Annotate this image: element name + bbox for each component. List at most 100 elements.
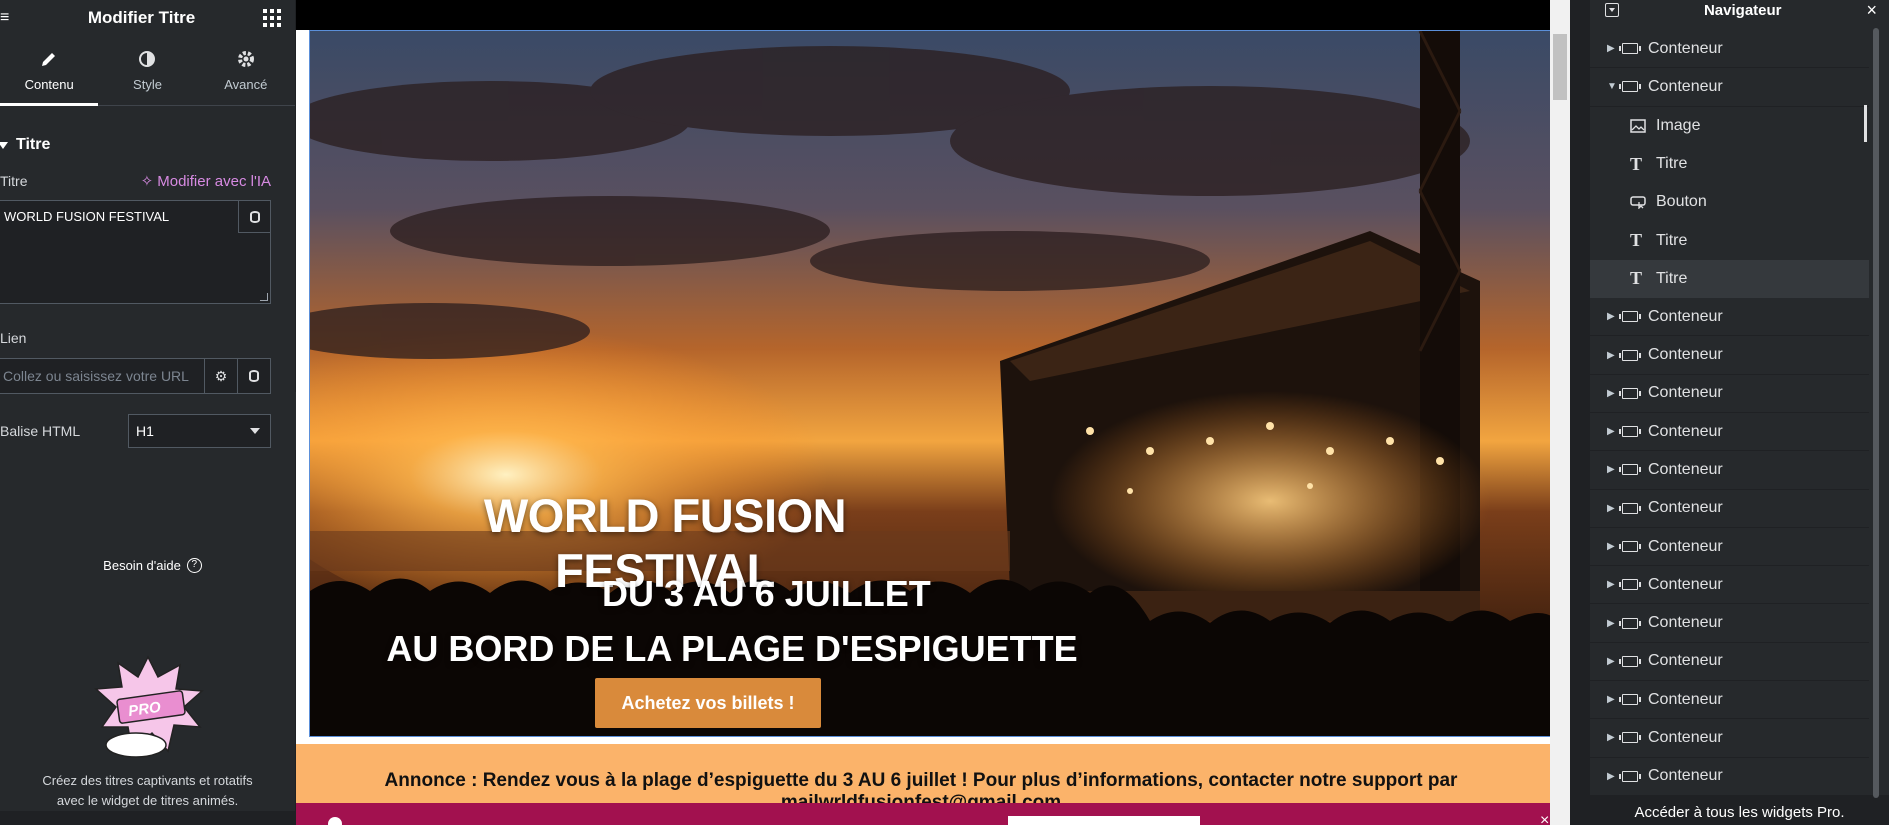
caret-down-icon[interactable]: ▼ <box>1590 81 1617 92</box>
help-link[interactable]: Besoin d'aide ? <box>0 558 295 573</box>
resize-handle[interactable] <box>260 293 268 301</box>
navigator-item-container[interactable]: ▶ Conteneur <box>1590 30 1869 69</box>
caret-right-icon[interactable]: ▶ <box>1590 311 1616 322</box>
container-icon <box>1616 732 1648 744</box>
navigator-item-container[interactable]: ▶ Conteneur <box>1590 566 1869 605</box>
promo-text: Créez des titres captivants et rotatifs … <box>0 771 295 811</box>
navigator-item-container[interactable]: ▶ Conteneur <box>1590 681 1869 720</box>
navigator-item-container[interactable]: ▶ Conteneur <box>1590 528 1869 567</box>
hero-section[interactable]: WORLD FUSION FESTIVAL DU 3 AU 6 JUILLET … <box>309 30 1555 737</box>
navigator-item-label: Conteneur <box>1648 614 1723 632</box>
settings-tabs: Contenu Style Avancé <box>0 35 295 106</box>
caret-right-icon[interactable]: ▶ <box>1590 694 1616 705</box>
notice-button[interactable] <box>1008 816 1200 825</box>
notice-icon <box>328 817 342 825</box>
navigator-item-container[interactable]: ▼ Conteneur <box>1590 68 1869 107</box>
section-title: Titre <box>16 136 51 153</box>
announcement-line: Annonce : Rendez vous à la plage d’espig… <box>384 770 1458 791</box>
canvas-scrollbar[interactable] <box>1550 0 1570 825</box>
ai-edit-link[interactable]: ✧ Modifier avec l'IA <box>141 172 271 191</box>
promo-line: avec le widget de titres animés. <box>56 793 239 808</box>
navigator-panel: Navigateur × ▶ Conteneur ▼ Conteneur Image T T… <box>1590 0 1889 825</box>
hero-dates[interactable]: DU 3 AU 6 JUILLET <box>437 573 1037 615</box>
pro-promo: PRO Créez des titres captivants et rotat… <box>0 655 295 811</box>
navigator-item-container[interactable]: ▶ Conteneur <box>1590 719 1869 758</box>
navigator-item-heading[interactable]: T Titre <box>1590 221 1869 259</box>
chevron-down-icon <box>250 428 260 434</box>
tab-label: Contenu <box>24 76 74 92</box>
navigator-item-label: Conteneur <box>1648 39 1723 57</box>
pencil-icon <box>42 52 56 66</box>
navigator-item-container[interactable]: ▶ Conteneur <box>1590 375 1869 413</box>
navigator-item-label: Conteneur <box>1648 307 1723 325</box>
widget-settings-panel: ≡ Modifier Titre Contenu Style Avancé Ti… <box>0 0 295 825</box>
menu-icon[interactable]: ≡ <box>0 9 10 27</box>
navigator-item-heading[interactable]: T Titre <box>1590 145 1869 183</box>
navigator-item-container[interactable]: ▶ Conteneur <box>1590 413 1869 452</box>
caret-right-icon[interactable]: ▶ <box>1590 464 1616 475</box>
collapse-all-icon[interactable] <box>1605 3 1619 17</box>
canvas-scroll-thumb[interactable] <box>1553 34 1567 100</box>
navigator-item-container[interactable]: ▶ Conteneur <box>1590 604 1869 643</box>
html-tag-value: H1 <box>136 423 154 439</box>
caret-right-icon[interactable]: ▶ <box>1590 43 1616 54</box>
navigator-item-container[interactable]: ▶ Conteneur <box>1590 298 1869 337</box>
navigator-scrollbar[interactable] <box>1873 28 1879 798</box>
caret-right-icon[interactable]: ▶ <box>1590 771 1616 782</box>
caret-right-icon[interactable]: ▶ <box>1590 732 1616 743</box>
buy-tickets-button[interactable]: Achetez vos billets ! <box>595 678 821 728</box>
navigator-item-heading[interactable]: T Titre <box>1590 259 1869 299</box>
navigator-item-label: Conteneur <box>1648 460 1723 478</box>
caret-right-icon[interactable]: ▶ <box>1590 426 1616 437</box>
navigator-item-label: Image <box>1656 116 1701 134</box>
caret-right-icon[interactable]: ▶ <box>1590 618 1616 629</box>
dynamic-tags-button[interactable] <box>238 201 270 233</box>
tab-contenu[interactable]: Contenu <box>0 35 99 106</box>
navigator-item-container[interactable]: ▶ Conteneur <box>1590 336 1869 375</box>
pro-widgets-link[interactable]: Accéder à tous les widgets Pro. <box>1590 795 1889 825</box>
html-tag-select[interactable]: H1 <box>128 414 271 448</box>
widgets-grid-icon[interactable] <box>263 8 281 27</box>
caret-down-icon <box>0 141 8 149</box>
drag-indicator <box>1864 105 1867 142</box>
panel-header: ≡ Modifier Titre <box>0 0 295 35</box>
close-icon[interactable]: × <box>1540 812 1549 825</box>
close-icon[interactable]: × <box>1866 0 1877 21</box>
navigator-item-container[interactable]: ▶ Conteneur <box>1590 451 1869 490</box>
title-value: WORLD FUSION FESTIVAL <box>4 209 170 224</box>
link-options-button[interactable]: ⚙ <box>204 359 237 393</box>
link-label: Lien <box>0 330 27 346</box>
navigator-item-label: Bouton <box>1656 193 1707 211</box>
caret-right-icon[interactable]: ▶ <box>1590 350 1616 361</box>
promo-notice-bar: × <box>296 803 1570 825</box>
section-toggle-titre[interactable]: Titre <box>0 122 295 168</box>
container-icon <box>1616 694 1648 706</box>
canvas-top-bar <box>296 0 1570 30</box>
navigator-item-image[interactable]: Image <box>1590 107 1869 145</box>
tab-avance[interactable]: Avancé <box>197 35 295 105</box>
tab-style[interactable]: Style <box>98 35 196 105</box>
caret-right-icon[interactable]: ▶ <box>1590 541 1616 552</box>
panel-title: Modifier Titre <box>87 7 196 27</box>
navigator-item-container[interactable]: ▶ Conteneur <box>1590 758 1869 796</box>
container-icon <box>1616 541 1648 552</box>
caret-right-icon[interactable]: ▶ <box>1590 503 1616 514</box>
title-textarea[interactable]: WORLD FUSION FESTIVAL <box>0 200 271 304</box>
navigator-item-label: Titre <box>1656 231 1688 249</box>
link-input[interactable]: Collez ou saisissez votre URL <box>0 359 204 393</box>
navigator-item-label: Conteneur <box>1648 77 1723 95</box>
navigator-item-label: Conteneur <box>1648 652 1723 670</box>
caret-right-icon[interactable]: ▶ <box>1590 388 1616 399</box>
navigator-item-container[interactable]: ▶ Conteneur <box>1590 643 1869 682</box>
caret-right-icon[interactable]: ▶ <box>1590 579 1616 590</box>
link-dynamic-button[interactable] <box>237 359 270 393</box>
navigator-item-container[interactable]: ▶ Conteneur <box>1590 490 1869 528</box>
announcement-banner: Annonce : Rendez vous à la plage d’espig… <box>296 744 1569 813</box>
database-icon <box>249 210 260 223</box>
container-icon <box>1616 349 1648 361</box>
navigator-item-label: Conteneur <box>1648 384 1723 402</box>
hero-location[interactable]: AU BORD DE LA PLAGE D'ESPIGUETTE <box>382 628 1082 670</box>
tab-label: Avancé <box>224 76 268 92</box>
navigator-item-button[interactable]: Bouton <box>1590 183 1869 221</box>
caret-right-icon[interactable]: ▶ <box>1590 656 1616 667</box>
